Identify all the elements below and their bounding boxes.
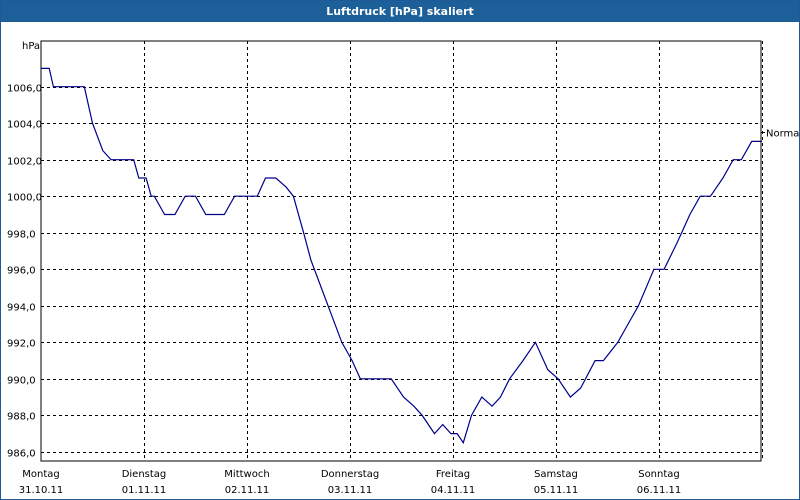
x-tick-date: 31.10.11 <box>19 485 64 496</box>
y-tick-label: 990,0 <box>7 376 36 387</box>
x-tick-date: 06.11.11 <box>637 485 682 496</box>
x-tick-date: 02.11.11 <box>225 485 270 496</box>
x-tick-day: Montag <box>22 469 59 480</box>
x-tick-date: 05.11.11 <box>534 485 579 496</box>
normal-reference-label: Normal <box>766 129 799 140</box>
x-tick-day: Freitag <box>436 469 470 480</box>
x-tick-date: 01.11.11 <box>122 485 167 496</box>
y-tick-label: 988,0 <box>7 412 36 423</box>
y-tick-label: 996,0 <box>7 266 36 277</box>
x-tick-date: 03.11.11 <box>328 485 373 496</box>
y-tick-label: 998,0 <box>7 230 36 241</box>
pressure-chart: 986,0 988,0 990,0 992,0 994,0 996,0 998,0 1000,… <box>7 40 799 496</box>
y-axis: 986,0 988,0 990,0 992,0 994,0 996,0 998,0 1000,… <box>7 84 42 460</box>
y-tick-label: 1006,0 <box>7 84 42 95</box>
x-tick-day: Samstag <box>534 469 578 480</box>
x-tick-day: Mittwoch <box>224 469 269 480</box>
y-tick-label: 992,0 <box>7 339 36 350</box>
y-tick-label: 1002,0 <box>7 157 42 168</box>
x-tick-date: 04.11.11 <box>431 485 476 496</box>
y-axis-unit: hPa <box>22 41 40 52</box>
y-tick-label: 1000,0 <box>7 193 42 204</box>
x-tick-day: Donnerstag <box>321 469 379 480</box>
x-tick-day: Sonntag <box>638 469 680 480</box>
x-axis: Montag 31.10.11 Dienstag 01.11.11 Mittwoch 02… <box>19 469 682 496</box>
y-tick-label: 986,0 <box>7 449 36 460</box>
y-tick-label: 994,0 <box>7 303 36 314</box>
x-tick-day: Dienstag <box>122 469 167 480</box>
chart-window: Luftdruck [hPa] skaliert 986,0 988,0 990,0… <box>0 0 800 500</box>
y-tick-label: 1004,0 <box>7 120 42 131</box>
plot-area <box>40 40 762 462</box>
